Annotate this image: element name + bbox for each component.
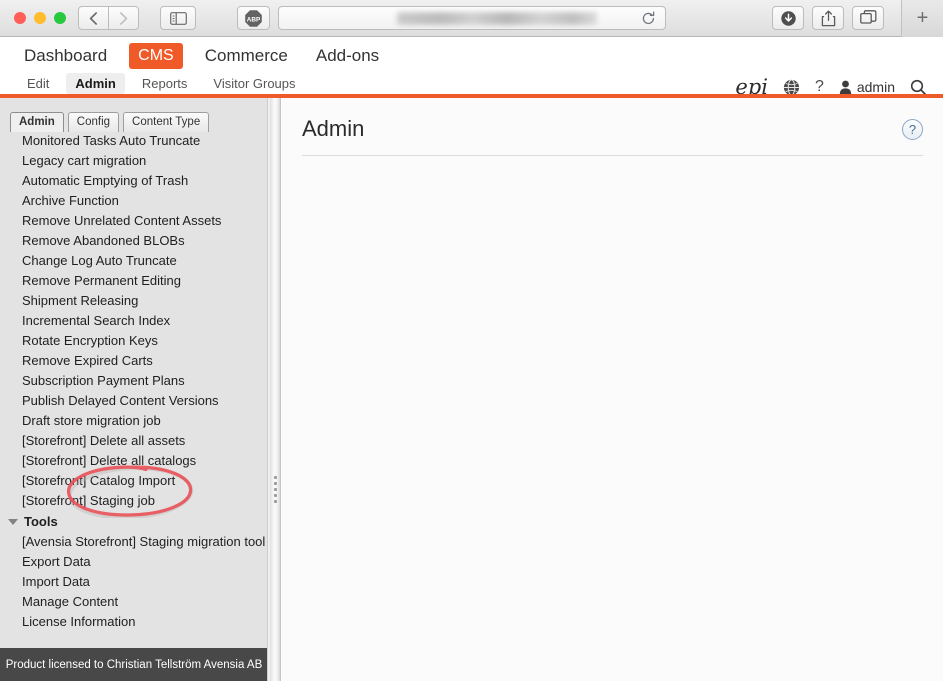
share-icon xyxy=(821,9,835,26)
adblock-plus-button[interactable]: ABP xyxy=(237,6,270,30)
list-item[interactable]: [Storefront] Delete all catalogs xyxy=(0,451,268,471)
adblock-octagon-icon: ABP xyxy=(245,9,262,27)
tab-overview-button[interactable] xyxy=(852,6,884,30)
browser-toolbar: ABP + xyxy=(0,0,943,37)
list-item[interactable]: Remove Unrelated Content Assets xyxy=(0,211,268,231)
secondary-nav-item-edit[interactable]: Edit xyxy=(18,73,58,94)
list-item[interactable]: Archive Function xyxy=(0,191,268,211)
admin-panel-tabs: Admin Config Content Type xyxy=(0,112,268,132)
list-item[interactable]: Incremental Search Index xyxy=(0,311,268,331)
globe-glyph-icon xyxy=(783,78,800,96)
section-header-tools[interactable]: Tools xyxy=(0,511,268,532)
admin-item-list: Monitored Tasks Auto Truncate Legacy car… xyxy=(0,131,268,681)
list-item[interactable]: Import Data xyxy=(0,572,268,592)
tabs-icon xyxy=(859,10,876,24)
list-item[interactable]: Legacy cart migration xyxy=(0,151,268,171)
chevron-down-icon xyxy=(8,518,18,525)
chevron-left-icon xyxy=(89,11,97,25)
primary-nav-item-cms[interactable]: CMS xyxy=(129,43,183,69)
new-tab-button[interactable]: + xyxy=(901,0,943,37)
list-item[interactable]: License Information xyxy=(0,612,268,632)
list-item[interactable]: Publish Delayed Content Versions xyxy=(0,391,268,411)
help-icon[interactable]: ? xyxy=(902,118,923,140)
admin-content-panel: Admin ? xyxy=(282,98,943,681)
reload-arrow-icon xyxy=(642,11,655,25)
list-item[interactable]: Automatic Emptying of Trash xyxy=(0,171,268,191)
secondary-nav-item-visitor-groups[interactable]: Visitor Groups xyxy=(204,73,304,94)
section-header-tools-label: Tools xyxy=(24,514,58,529)
list-item[interactable]: Shipment Releasing xyxy=(0,291,268,311)
list-item[interactable]: Export Data xyxy=(0,552,268,572)
back-button[interactable] xyxy=(78,6,109,30)
globe-icon[interactable] xyxy=(783,78,800,96)
admin-left-panel: Admin Config Content Type Monitored Task… xyxy=(0,98,268,681)
reload-icon[interactable] xyxy=(641,11,656,31)
sidebar-toggle-button[interactable] xyxy=(160,6,196,30)
share-button[interactable] xyxy=(812,6,844,30)
chevron-right-icon xyxy=(120,11,128,25)
panel-splitter[interactable] xyxy=(270,98,281,681)
content-header: Admin ? xyxy=(302,116,923,156)
list-item[interactable]: Remove Abandoned BLOBs xyxy=(0,231,268,251)
list-item[interactable]: Change Log Auto Truncate xyxy=(0,251,268,271)
search-icon[interactable] xyxy=(910,79,927,96)
close-window-button[interactable] xyxy=(14,12,26,24)
user-name-label: admin xyxy=(856,79,895,95)
secondary-nav-item-admin[interactable]: Admin xyxy=(66,73,125,94)
download-icon xyxy=(780,10,796,26)
user-menu[interactable]: admin xyxy=(839,79,895,95)
window-traffic-lights xyxy=(14,12,66,24)
adblock-label: ABP xyxy=(247,16,261,23)
sidebar-icon xyxy=(169,11,187,25)
list-item[interactable]: Subscription Payment Plans xyxy=(0,371,268,391)
list-item[interactable]: Rotate Encryption Keys xyxy=(0,331,268,351)
panel-tab-admin[interactable]: Admin xyxy=(10,112,64,132)
new-tab-label: + xyxy=(916,7,929,29)
license-footer: Product licensed to Christian Tellström … xyxy=(0,648,268,681)
list-item-storefront-catalog-import[interactable]: [Storefront] Catalog Import xyxy=(0,471,268,491)
primary-nav-item-commerce[interactable]: Commerce xyxy=(199,43,294,69)
splitter-grip-icon xyxy=(273,476,277,503)
list-item-storefront-staging-job[interactable]: [Storefront] Staging job xyxy=(0,491,268,511)
address-bar[interactable] xyxy=(278,6,666,30)
page-title: Admin xyxy=(302,116,365,141)
minimize-window-button[interactable] xyxy=(34,12,46,24)
panel-tab-content-type[interactable]: Content Type xyxy=(123,112,210,132)
global-navigation: Dashboard CMS Commerce Add-ons Edit Admi… xyxy=(0,37,943,98)
downloads-button[interactable] xyxy=(772,6,804,30)
list-item[interactable]: Remove Permanent Editing xyxy=(0,271,268,291)
list-item[interactable]: Monitored Tasks Auto Truncate xyxy=(0,131,268,151)
secondary-nav: Edit Admin Reports Visitor Groups xyxy=(18,73,305,94)
address-url-redacted xyxy=(397,12,597,25)
forward-button[interactable] xyxy=(108,6,139,30)
list-item[interactable]: Remove Expired Carts xyxy=(0,351,268,371)
primary-nav-item-addons[interactable]: Add-ons xyxy=(310,43,385,69)
magnifier-icon xyxy=(910,79,927,96)
list-item[interactable]: Manage Content xyxy=(0,592,268,612)
secondary-nav-item-reports[interactable]: Reports xyxy=(133,73,197,94)
person-icon xyxy=(839,80,852,94)
list-item[interactable]: [Storefront] Delete all assets xyxy=(0,431,268,451)
maximize-window-button[interactable] xyxy=(54,12,66,24)
list-item[interactable]: [Avensia Storefront] Staging migration t… xyxy=(0,532,268,552)
panel-tab-config[interactable]: Config xyxy=(67,112,120,132)
primary-nav-item-dashboard[interactable]: Dashboard xyxy=(18,43,113,69)
primary-nav: Dashboard CMS Commerce Add-ons xyxy=(18,43,385,69)
list-item[interactable]: Draft store migration job xyxy=(0,411,268,431)
